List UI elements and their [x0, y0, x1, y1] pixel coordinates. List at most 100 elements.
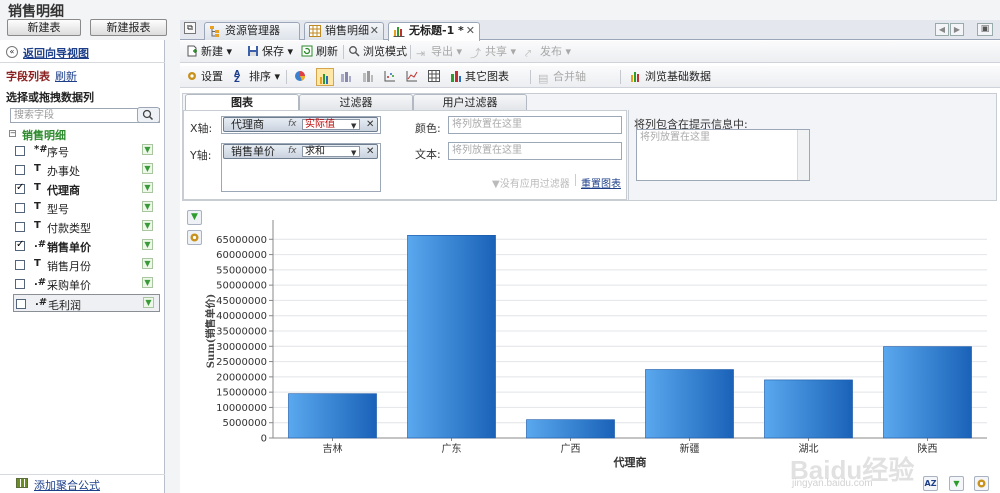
field-checkbox[interactable]: [15, 279, 25, 289]
remove-x-icon[interactable]: ✕: [366, 118, 374, 131]
y-axis-field-pill[interactable]: 销售单价 fx 求和 ▼ ✕: [223, 144, 378, 159]
reset-chart-link[interactable]: 重置图表: [581, 175, 621, 190]
back-to-wizard-link[interactable]: 返回向导视图: [23, 45, 89, 61]
field-checkbox[interactable]: [15, 239, 25, 251]
field-checkbox[interactable]: [15, 165, 25, 175]
field-checkbox[interactable]: [15, 182, 25, 194]
field-item[interactable]: T 办事处 ▼: [13, 161, 160, 179]
restore-icon[interactable]: ⧉: [184, 22, 196, 34]
percent-bar-button[interactable]: [362, 69, 377, 85]
y-tick-label: 0: [261, 434, 267, 445]
y-tick-label: 15000000: [216, 388, 267, 399]
field-checkbox[interactable]: [15, 203, 25, 213]
search-button[interactable]: [137, 107, 160, 123]
tooltip-scrollbar[interactable]: [797, 130, 809, 180]
field-checkbox[interactable]: [16, 299, 26, 309]
tooltip-dropzone[interactable]: 将列放置在这里: [636, 129, 810, 181]
new-button[interactable]: 新建 ▾: [186, 44, 232, 60]
field-name: 销售单价: [47, 241, 91, 254]
tab-filter[interactable]: 过滤器: [299, 94, 413, 111]
field-filter-icon[interactable]: ▼: [142, 258, 153, 269]
collapse-group-icon[interactable]: −: [9, 130, 16, 137]
merge-axis-button[interactable]: ▤ 合并轴: [538, 69, 586, 85]
field-name: 销售月份: [47, 260, 91, 273]
field-item[interactable]: .#销售单价 ▼: [13, 237, 160, 255]
chart-bar[interactable]: [645, 369, 734, 439]
field-filter-icon[interactable]: ▼: [142, 220, 153, 231]
refresh-fields-link[interactable]: 刷新: [55, 68, 77, 84]
field-checkbox[interactable]: [15, 260, 25, 270]
scatter-chart-icon: [384, 71, 395, 82]
share-button[interactable]: ⤴ 共享 ▾: [470, 44, 516, 60]
chart-bar[interactable]: [407, 235, 496, 439]
funnel-icon[interactable]: ▼: [949, 476, 964, 491]
field-item[interactable]: T 代理商 ▼: [13, 180, 160, 198]
chart-bar[interactable]: [883, 346, 972, 439]
field-filter-icon[interactable]: ▼: [143, 297, 154, 308]
field-item[interactable]: T 付款类型 ▼: [13, 218, 160, 236]
field-type-icon: T: [34, 201, 41, 212]
other-charts-icon: [451, 71, 461, 82]
scatter-chart-button[interactable]: [384, 69, 399, 85]
tab-chart[interactable]: 图表: [185, 94, 299, 111]
sort-az-icon[interactable]: AZ: [923, 476, 938, 491]
chart-bar[interactable]: [526, 419, 615, 439]
color-dropzone[interactable]: 将列放置在这里: [448, 116, 622, 134]
field-item[interactable]: .# 毛利润 ▼: [13, 294, 160, 312]
stacked-bar-button[interactable]: [340, 69, 355, 85]
gear-icon: [188, 72, 196, 80]
field-filter-icon[interactable]: ▼: [142, 277, 153, 288]
field-type-icon: .#: [35, 297, 48, 308]
dropdown-arrow-icon[interactable]: ▼: [351, 120, 356, 133]
dropdown-arrow-icon[interactable]: ▼: [351, 147, 356, 160]
field-item[interactable]: .# 采购单价 ▼: [13, 275, 160, 293]
browse-mode-button[interactable]: 浏览模式: [348, 44, 407, 60]
remove-y-icon[interactable]: ✕: [366, 145, 374, 158]
gear-icon[interactable]: [974, 476, 989, 491]
y-tick-label: 55000000: [216, 265, 267, 276]
chart-bar[interactable]: [288, 393, 377, 439]
field-checkbox[interactable]: [15, 222, 25, 232]
scroll-right-icon[interactable]: ▶: [950, 23, 964, 36]
add-formula-link[interactable]: 添加聚合公式: [34, 477, 100, 493]
save-button[interactable]: 保存 ▾: [247, 44, 293, 60]
back-arrow-icon[interactable]: «: [6, 46, 18, 58]
tab-user-filter[interactable]: 用户过滤器: [413, 94, 527, 111]
text-dropzone[interactable]: 将列放置在这里: [448, 142, 622, 160]
maximize-icon[interactable]: ▣: [977, 23, 993, 36]
other-charts-button[interactable]: 其它图表: [450, 69, 509, 85]
pie-chart-button[interactable]: [294, 69, 309, 85]
new-report-button[interactable]: 新建报表: [90, 19, 167, 36]
new-table-button[interactable]: 新建表: [7, 19, 81, 36]
line-chart-button[interactable]: [406, 69, 421, 85]
tab-resource-manager[interactable]: 资源管理器: [204, 22, 300, 40]
sort-button[interactable]: A Z 排序 ▾: [234, 69, 280, 85]
field-filter-icon[interactable]: ▼: [142, 239, 153, 250]
field-filter-icon[interactable]: ▼: [142, 144, 153, 155]
publish-button[interactable]: ⤤ 发布 ▾: [525, 44, 571, 60]
y-tick-label: 5000000: [222, 418, 267, 429]
field-filter-icon[interactable]: ▼: [142, 201, 153, 212]
chart-bar[interactable]: [764, 379, 853, 439]
tab-untitled[interactable]: 无标题-1 * ✕: [388, 22, 480, 41]
field-item[interactable]: T 型号 ▼: [13, 199, 160, 217]
field-name: 办事处: [47, 165, 80, 178]
field-item[interactable]: T 销售月份 ▼: [13, 256, 160, 274]
scroll-left-icon[interactable]: ◀: [935, 23, 949, 36]
field-checkbox[interactable]: [15, 146, 25, 156]
x-axis-field-pill[interactable]: 代理商 fx 实际值 ▼ ✕: [223, 117, 378, 132]
tab-sales-detail[interactable]: 销售明细 ✕: [304, 22, 384, 40]
settings-button[interactable]: 设置: [186, 69, 223, 85]
close-icon[interactable]: ✕: [370, 23, 379, 39]
bar-chart-button[interactable]: [316, 68, 334, 86]
browse-data-button[interactable]: 浏览基础数据: [630, 69, 711, 85]
refresh-button[interactable]: 刷新: [301, 44, 338, 60]
table-chart-button[interactable]: [428, 69, 443, 85]
y-tick-label: 10000000: [216, 403, 267, 414]
export-icon: ⇥: [416, 47, 426, 60]
field-filter-icon[interactable]: ▼: [142, 163, 153, 174]
export-button[interactable]: ⇥ 导出 ▾: [416, 44, 462, 60]
close-icon[interactable]: ✕: [466, 23, 475, 39]
field-filter-icon[interactable]: ▼: [142, 182, 153, 193]
field-item[interactable]: *# 序号 ▼: [13, 142, 160, 160]
